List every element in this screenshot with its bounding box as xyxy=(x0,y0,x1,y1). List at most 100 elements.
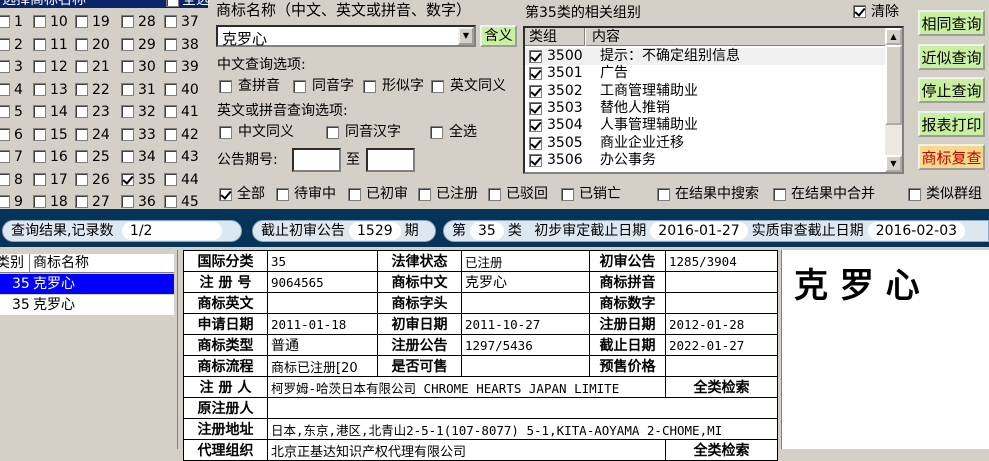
group-checkbox[interactable] xyxy=(529,153,542,167)
class-checkbox-6[interactable] xyxy=(0,127,10,141)
class-checkbox-24[interactable] xyxy=(75,127,88,141)
result-list[interactable]: 类别 商标名称 35 克罗心 35 克罗心 xyxy=(0,250,178,449)
class-checkbox-8[interactable] xyxy=(0,172,10,186)
synonym-button[interactable]: 含义 xyxy=(480,25,517,47)
same-search-button[interactable]: 相同查询 xyxy=(918,10,985,36)
name-input[interactable]: 克罗心 ▼ xyxy=(216,25,476,48)
class-checkbox-13[interactable] xyxy=(33,82,46,96)
status-filter-checkbox[interactable] xyxy=(348,188,361,201)
status-filter-checkbox[interactable] xyxy=(561,188,574,201)
class-checkbox-2[interactable] xyxy=(0,37,10,51)
recheck-button[interactable]: 商标复查 xyxy=(918,144,985,170)
group-row[interactable]: 3506 办公事务 xyxy=(525,152,885,169)
status-filter-checkbox[interactable] xyxy=(488,188,501,201)
class-checkbox-31[interactable] xyxy=(121,82,134,96)
class-checkbox-11[interactable] xyxy=(33,37,46,51)
group-checkbox[interactable] xyxy=(529,67,542,81)
class-checkbox-9[interactable] xyxy=(0,195,10,208)
full-search-link[interactable]: 全类检索 xyxy=(665,376,778,398)
cn-option-checkbox[interactable] xyxy=(293,80,306,93)
class-checkbox-43[interactable] xyxy=(164,150,177,163)
scroll-thumb[interactable] xyxy=(885,45,902,125)
class-checkbox-15[interactable] xyxy=(33,127,46,141)
class-checkbox-14[interactable] xyxy=(33,105,46,118)
class-checkbox-25[interactable] xyxy=(75,150,88,163)
result-row[interactable]: 35 克罗心 xyxy=(0,274,174,294)
class-checkbox-33[interactable] xyxy=(121,127,134,141)
result-row[interactable]: 35 克罗心 xyxy=(0,295,174,315)
class-checkbox-1[interactable] xyxy=(0,15,10,28)
class-checkbox-12[interactable] xyxy=(33,60,46,73)
class-checkbox-26[interactable] xyxy=(75,172,88,186)
group-checkbox[interactable] xyxy=(529,119,542,133)
group-row[interactable]: 3505 商业企业迁移 xyxy=(525,135,885,152)
class-checkbox-7[interactable] xyxy=(0,150,10,163)
class-checkbox-41[interactable] xyxy=(164,105,177,118)
announce-from-input[interactable] xyxy=(292,148,341,172)
stop-search-button[interactable]: 停止查询 xyxy=(918,77,985,103)
en-option-checkbox[interactable] xyxy=(430,126,443,139)
en-option-checkbox[interactable] xyxy=(326,126,339,139)
class-checkbox-32[interactable] xyxy=(121,105,134,118)
status-filter-checkbox[interactable] xyxy=(418,188,431,201)
class-checkbox-30[interactable] xyxy=(121,60,134,73)
groups-scrollbar[interactable]: ▲ ▼ xyxy=(885,28,902,172)
similar-search-button[interactable]: 近似查询 xyxy=(918,44,985,70)
cn-option-checkbox[interactable] xyxy=(431,80,444,93)
group-checkbox[interactable] xyxy=(529,84,542,98)
class-checkbox-22[interactable] xyxy=(75,82,88,96)
class-checkbox-3[interactable] xyxy=(0,60,10,73)
class-checkbox-37[interactable] xyxy=(164,15,177,28)
class-checkbox-5[interactable] xyxy=(0,105,10,118)
group-row[interactable]: 3504 人事管理辅助业 xyxy=(525,117,885,134)
class-checkbox-27[interactable] xyxy=(75,195,88,208)
class-checkbox-28[interactable] xyxy=(121,15,134,28)
class-checkbox-39[interactable] xyxy=(164,60,177,73)
scroll-up-button[interactable]: ▲ xyxy=(885,28,902,45)
class-checkbox-21[interactable] xyxy=(75,60,88,73)
scroll-down-button[interactable]: ▼ xyxy=(885,155,902,172)
class-checkbox-34[interactable] xyxy=(121,150,134,163)
announce-to-input[interactable] xyxy=(366,148,415,172)
class-checkbox-42[interactable] xyxy=(164,127,177,141)
class-checkbox-19[interactable] xyxy=(75,15,88,28)
class-checkbox-36[interactable] xyxy=(121,195,134,208)
status-filter-checkbox[interactable] xyxy=(908,188,921,201)
class-checkbox-45[interactable] xyxy=(164,195,177,208)
status-filter-checkbox[interactable] xyxy=(773,188,786,201)
group-checkbox[interactable] xyxy=(529,136,542,150)
en-option-checkbox[interactable] xyxy=(219,126,232,139)
class-checkbox-20[interactable] xyxy=(75,37,88,51)
class-checkbox-44[interactable] xyxy=(164,172,177,186)
group-checkbox[interactable] xyxy=(529,50,542,63)
group-row[interactable]: 3501 广告 xyxy=(525,65,885,82)
class-checkbox-10[interactable] xyxy=(33,15,46,28)
head-value xyxy=(461,292,590,314)
class-checkbox-4[interactable] xyxy=(0,82,10,96)
agent-search-link[interactable]: 全类检索 xyxy=(665,439,778,461)
class-checkbox-38[interactable] xyxy=(164,37,177,51)
result-col-name: 商标名称 xyxy=(33,255,89,271)
group-checkbox[interactable] xyxy=(529,101,542,115)
class-checkbox-29[interactable] xyxy=(121,37,134,51)
group-row[interactable]: 3500 提示：不确定组别信息 xyxy=(525,48,885,65)
class-checkbox-16[interactable] xyxy=(33,150,46,163)
group-row[interactable]: 3502 工商管理辅助业 xyxy=(525,83,885,100)
select-all-checkbox[interactable] xyxy=(166,0,179,7)
class-checkbox-40[interactable] xyxy=(164,82,177,96)
class-label-44: 44 xyxy=(181,171,199,188)
status-filter-checkbox[interactable] xyxy=(219,188,232,201)
class-checkbox-35[interactable] xyxy=(121,172,134,186)
group-row[interactable]: 3503 替他人推销 xyxy=(525,100,885,117)
status-filter-checkbox[interactable] xyxy=(657,188,670,201)
class-checkbox-18[interactable] xyxy=(33,195,46,208)
cn-option-checkbox[interactable] xyxy=(363,80,376,93)
class-checkbox-23[interactable] xyxy=(75,105,88,118)
status-filter-checkbox[interactable] xyxy=(276,188,289,201)
groups-list[interactable]: 类组 内容 3500 提示：不确定组别信息 3501 广告 3502 工商管理辅助业 350… xyxy=(523,26,904,174)
cn-option-checkbox[interactable] xyxy=(219,80,232,93)
class-checkbox-17[interactable] xyxy=(33,172,46,186)
print-report-button[interactable]: 报表打印 xyxy=(918,111,985,137)
name-dropdown-button[interactable]: ▼ xyxy=(458,27,474,45)
clear-checkbox[interactable] xyxy=(853,5,866,18)
